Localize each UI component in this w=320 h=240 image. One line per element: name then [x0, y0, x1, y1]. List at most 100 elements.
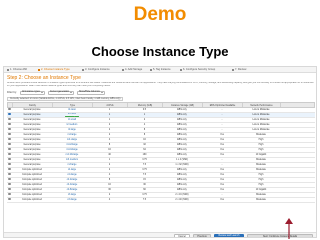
console-screenshot: 1. Choose AMI 2. Choose Instance Type 3.… — [3, 66, 317, 238]
memory-text: 3.75 — [142, 159, 147, 161]
instance-family-dropdown[interactable]: All instance types — [19, 90, 45, 95]
ebs-optimized-text: - — [221, 124, 223, 126]
show-hide-columns-dropdown[interactable]: Show/Hide Columns — [76, 90, 105, 95]
family-cell: Compute optimized — [12, 178, 52, 182]
ebs-optimized-cell: Yes — [202, 153, 242, 157]
column-header-type[interactable]: Type — [53, 103, 93, 107]
column-header-ebs-optimized[interactable]: EBS-Optimized Available — [203, 103, 243, 107]
memory-text: 7.5 — [142, 164, 147, 166]
vcpus-cell: 2 — [92, 123, 127, 127]
column-header-network-performance[interactable]: Network Performance — [243, 103, 281, 107]
vcpus-text: 2 — [108, 169, 111, 171]
column-header-family[interactable]: Family — [13, 103, 53, 107]
storage-cell: 1 x 4 (SSD) — [162, 158, 202, 162]
ebs-optimized-text: - — [221, 119, 223, 121]
storage-text: EBS only — [177, 114, 187, 116]
memory-cell: 30 — [127, 183, 162, 187]
ebs-optimized-text: - — [221, 194, 223, 196]
network-performance-text: Moderate — [256, 164, 266, 166]
family-cell: General purpose — [12, 123, 52, 127]
family-text: Compute optimized — [22, 199, 42, 201]
network-performance-text: 10 Gigabit — [255, 189, 267, 191]
storage-cell: 1 x 32 (SSD) — [162, 163, 202, 167]
tab-add-storage[interactable]: 4. Add Storage — [122, 68, 142, 72]
tab-tag-instance[interactable]: 5. Tag Instance — [150, 68, 171, 72]
review-and-launch-button[interactable]: Review and Launch — [214, 234, 244, 237]
radio-button-icon — [8, 183, 11, 186]
tab-configure-security-group[interactable]: 6. Configure Security Group — [180, 68, 215, 72]
tab-choose-instance-type[interactable]: 2. Choose Instance Type — [38, 68, 70, 72]
cancel-button[interactable]: Cancel — [174, 234, 190, 237]
vcpus-text: 2 — [108, 124, 111, 126]
ebs-optimized-cell: Yes — [202, 183, 242, 187]
previous-button[interactable]: Previous — [193, 234, 211, 237]
family-text: Compute optimized — [22, 194, 42, 196]
chevron-down-icon — [40, 92, 43, 93]
memory-cell: 4 — [127, 123, 162, 127]
type-cell: c4.xlarge — [52, 173, 92, 177]
network-performance-text: High — [258, 184, 264, 186]
family-cell: Compute optimized — [12, 173, 52, 177]
network-performance-text: Moderate — [256, 169, 266, 171]
family-text: Compute optimized — [22, 169, 42, 171]
memory-text: 2 — [143, 119, 146, 121]
type-text: t2.micro — [67, 113, 77, 115]
family-cell: Compute optimized — [12, 188, 52, 192]
ebs-optimized-cell: Yes — [202, 138, 242, 142]
radio-button-icon — [8, 198, 11, 201]
step-marker-icon — [150, 69, 152, 71]
step-marker-icon — [7, 69, 9, 71]
radio-button-icon — [8, 158, 11, 161]
network-performance-cell: High — [242, 143, 280, 147]
network-performance-text: Low to Moderate — [252, 129, 270, 131]
ebs-optimized-cell: Yes — [202, 148, 242, 152]
vcpus-cell: 8 — [92, 143, 127, 147]
ebs-optimized-text: Yes — [220, 144, 224, 146]
memory-text: 16 — [143, 139, 146, 141]
network-performance-cell: Low to Moderate — [242, 128, 280, 132]
ebs-optimized-text: Yes — [220, 179, 224, 181]
tab-choose-ami[interactable]: 1. Choose AMI — [7, 68, 27, 72]
column-header-vcpus[interactable]: vCPUs — [93, 103, 128, 107]
tab-configure-instance[interactable]: 3. Configure Instance — [82, 68, 110, 72]
tab-review[interactable]: 7. Review — [232, 68, 246, 72]
ebs-optimized-text: - — [221, 114, 223, 116]
network-performance-cell: Moderate — [242, 158, 280, 162]
vcpus-cell: 16 — [92, 183, 127, 187]
storage-text: EBS only — [177, 189, 187, 191]
vcpus-text: 4 — [108, 199, 111, 201]
family-cell: General purpose — [12, 133, 52, 137]
network-performance-cell: Low to Moderate — [242, 123, 280, 127]
generation-dropdown[interactable]: Current generation — [47, 90, 74, 95]
ebs-optimized-text: Yes — [220, 174, 224, 176]
wizard-footer: Cancel Previous Review and Launch Next: … — [4, 232, 316, 237]
memory-cell: 32 — [127, 143, 162, 147]
type-text: c4.xlarge — [67, 174, 77, 176]
type-text: m4.10xlarge — [65, 154, 79, 156]
network-performance-cell: Moderate — [242, 133, 280, 137]
type-cell: m4.2xlarge — [52, 143, 92, 147]
column-header-instance-storage[interactable]: Instance Storage (GB) — [163, 103, 203, 107]
vcpus-cell: 4 — [92, 173, 127, 177]
storage-cell: EBS only — [162, 138, 202, 142]
family-cell: Compute optimized — [12, 183, 52, 187]
ebs-optimized-text: - — [221, 159, 223, 161]
network-performance-cell: 10 Gigabit — [242, 153, 280, 157]
network-performance-text: 10 Gigabit — [255, 154, 267, 156]
memory-text: 7.5 — [142, 174, 147, 176]
vcpus-cell: 2 — [92, 133, 127, 137]
step-marker-icon — [122, 69, 124, 71]
vcpus-cell: 1 — [92, 108, 127, 112]
column-header-memory[interactable]: Memory (GiB) — [128, 103, 163, 107]
table-row[interactable]: Compute optimized c3.xlarge 4 7.5 2 x 40 (SS… — [7, 198, 315, 203]
type-cell: m4.large — [52, 133, 92, 137]
chevron-down-icon — [69, 92, 72, 93]
memory-cell: 3.75 — [127, 193, 162, 197]
memory-cell: 8 — [127, 133, 162, 137]
vcpus-text: 1 — [108, 119, 111, 121]
next-configure-instance-details-button[interactable]: Next: Configure Instance Details — [247, 234, 313, 237]
family-text: Compute optimized — [22, 189, 42, 191]
network-performance-cell: Moderate — [242, 168, 280, 172]
network-performance-text: High — [258, 139, 264, 141]
storage-cell: EBS only — [162, 148, 202, 152]
